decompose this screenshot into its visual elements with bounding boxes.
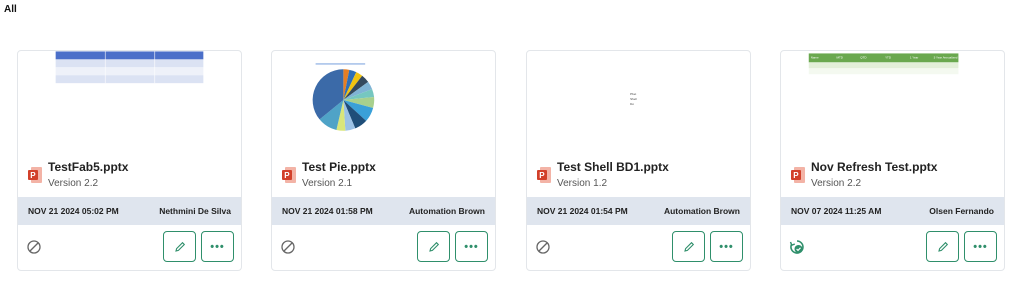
file-version: Version 1.2 <box>557 178 608 189</box>
pencil-icon <box>174 241 185 252</box>
powerpoint-file-icon: P <box>28 167 42 183</box>
thumbnail-header: 1 Year <box>910 55 918 59</box>
more-options-button[interactable]: ••• <box>964 231 997 262</box>
file-name[interactable]: Nov Refresh Test.pptx <box>811 160 937 174</box>
thumbnail-text-line: Do <box>630 102 634 106</box>
svg-text:P: P <box>539 171 545 180</box>
file-name[interactable]: TestFab5.pptx <box>48 160 128 174</box>
more-dots-icon: ••• <box>464 240 479 253</box>
edit-button[interactable] <box>926 231 959 262</box>
powerpoint-file-icon: P <box>282 167 296 183</box>
powerpoint-file-icon: P <box>791 167 805 183</box>
thumbnail-header: Name <box>811 55 819 59</box>
refresh-check-icon[interactable] <box>789 239 805 255</box>
file-thumbnail: Pbet Shell Do <box>630 92 637 106</box>
edit-button[interactable] <box>417 231 450 262</box>
modified-date: NOV 21 2024 01:54 PM <box>537 206 628 216</box>
file-card[interactable]: P Test Pie.pptx Version 2.1 NOV 21 2024 … <box>271 50 496 271</box>
powerpoint-file-icon: P <box>537 167 551 183</box>
disabled-circle-icon[interactable] <box>280 239 296 255</box>
file-thumbnail <box>55 51 204 84</box>
svg-text:P: P <box>284 171 290 180</box>
modified-date: NOV 21 2024 05:02 PM <box>28 206 119 216</box>
file-version: Version 2.2 <box>48 178 99 189</box>
file-card[interactable]: Name MTD QTD YTD 1 Year 3 Year Annualize… <box>780 50 1005 271</box>
thumbnail-text-line: Shell <box>630 97 637 101</box>
file-meta-bar: NOV 07 2024 11:25 AM Olsen Fernando <box>781 197 1004 225</box>
file-name[interactable]: Test Shell BD1.pptx <box>557 160 669 174</box>
file-version: Version 2.1 <box>302 178 353 189</box>
thumbnail-header: 3 Year Annualized <box>934 55 958 59</box>
disabled-circle-icon[interactable] <box>26 239 42 255</box>
file-version: Version 2.2 <box>811 178 862 189</box>
more-options-button[interactable]: ••• <box>455 231 488 262</box>
modified-date: NOV 21 2024 01:58 PM <box>282 206 373 216</box>
pencil-icon <box>937 241 948 252</box>
file-thumbnail: Name MTD QTD YTD 1 Year 3 Year Annualize… <box>808 53 959 75</box>
disabled-circle-icon[interactable] <box>535 239 551 255</box>
file-thumbnail <box>312 63 375 131</box>
file-meta-bar: NOV 21 2024 01:54 PM Automation Brown <box>527 197 750 225</box>
thumbnail-text-line: Pbet <box>630 92 636 96</box>
section-label: All <box>4 4 17 15</box>
file-card[interactable]: Pbet Shell Do P Test Shell BD1.pptx Vers… <box>526 50 751 271</box>
more-dots-icon: ••• <box>210 240 225 253</box>
svg-text:P: P <box>793 171 799 180</box>
more-dots-icon: ••• <box>973 240 988 253</box>
author-name: Automation Brown <box>663 206 740 216</box>
pencil-icon <box>683 241 694 252</box>
file-name[interactable]: Test Pie.pptx <box>302 160 376 174</box>
file-meta-bar: NOV 21 2024 01:58 PM Automation Brown <box>272 197 495 225</box>
file-card[interactable]: P TestFab5.pptx Version 2.2 NOV 21 2024 … <box>17 50 242 271</box>
thumbnail-header: YTD <box>885 55 891 59</box>
author-name: Olsen Fernando <box>929 206 994 216</box>
more-dots-icon: ••• <box>719 240 734 253</box>
thumbnail-header: QTD <box>860 55 866 59</box>
author-name: Nethmini De Silva <box>159 206 231 216</box>
svg-text:P: P <box>30 171 36 180</box>
modified-date: NOV 07 2024 11:25 AM <box>791 206 882 216</box>
thumbnail-header: MTD <box>837 55 843 59</box>
pencil-icon <box>428 241 439 252</box>
file-meta-bar: NOV 21 2024 05:02 PM Nethmini De Silva <box>18 197 241 225</box>
more-options-button[interactable]: ••• <box>710 231 743 262</box>
edit-button[interactable] <box>672 231 705 262</box>
edit-button[interactable] <box>163 231 196 262</box>
author-name: Automation Brown <box>408 206 485 216</box>
more-options-button[interactable]: ••• <box>201 231 234 262</box>
